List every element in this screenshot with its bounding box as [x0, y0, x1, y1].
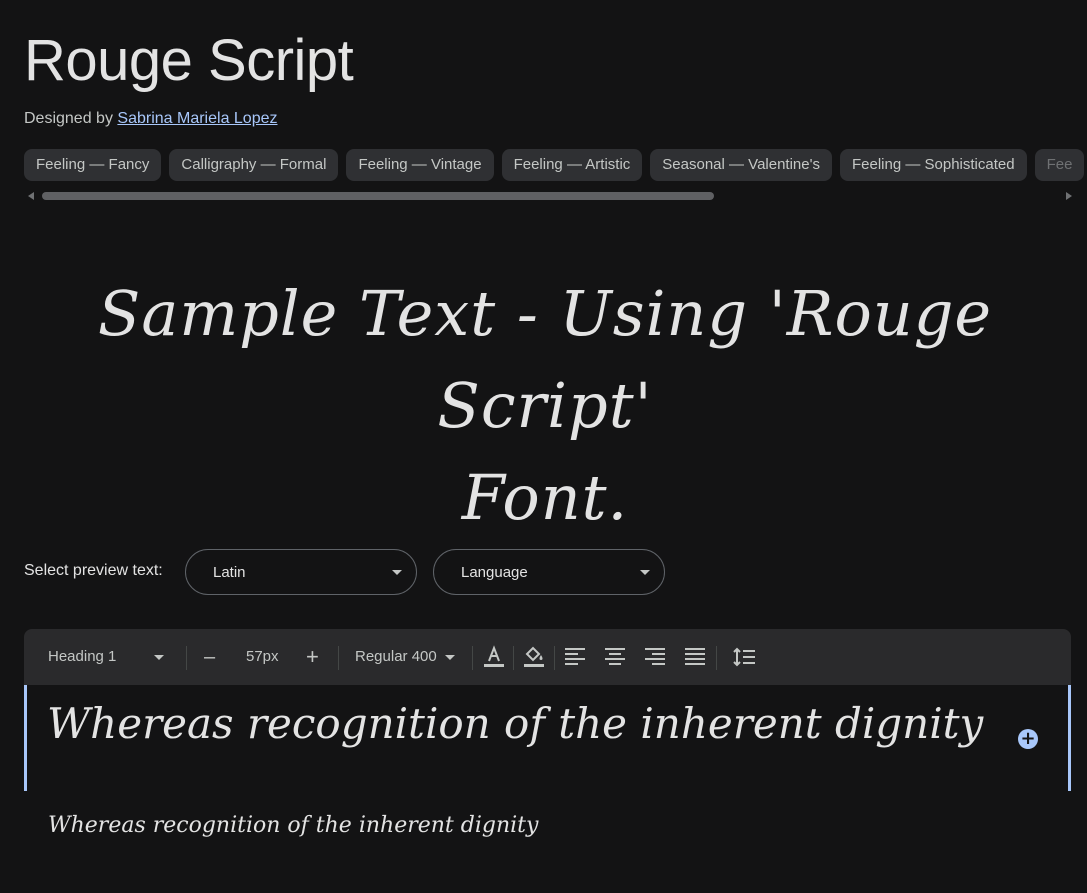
chevron-down-icon: [444, 654, 455, 660]
editor-toolbar: Heading 1 – 57px + Regular 400: [24, 629, 1071, 685]
text-color-icon[interactable]: [483, 645, 505, 669]
font-page: Rouge Script Designed by Sabrina Mariela…: [0, 0, 1087, 893]
preview-text-label: Select preview text:: [24, 562, 163, 579]
toolbar-divider: [716, 646, 717, 670]
chevron-down-icon: [392, 570, 402, 575]
chevron-down-icon: [640, 570, 650, 575]
font-title: Rouge Script: [24, 28, 354, 93]
sample-text-hero: Sample Text - Using 'Rouge Script' Font.: [60, 268, 1030, 544]
align-center-icon[interactable]: [605, 648, 625, 666]
increase-size-button[interactable]: +: [306, 629, 319, 685]
tag-list: Feeling — Fancy Calligraphy — Formal Feeli…: [24, 149, 1087, 183]
hero-line-1: Sample Text - Using 'Rouge Script': [97, 277, 993, 442]
style-dropdown[interactable]: Heading 1: [48, 629, 165, 685]
line-height-icon[interactable]: [733, 647, 755, 667]
script-select[interactable]: Latin: [185, 549, 417, 595]
align-right-icon[interactable]: [645, 648, 665, 666]
style-dropdown-value: Heading 1: [48, 648, 117, 665]
weight-dropdown-value: Regular 400: [355, 648, 437, 665]
add-row-button[interactable]: +: [1018, 729, 1038, 749]
designer-line: Designed by Sabrina Mariela Lopez: [24, 110, 278, 128]
tag-scrollbar[interactable]: [24, 189, 1072, 203]
tag-chip[interactable]: Feeling — Fancy: [24, 149, 162, 181]
tag-chip[interactable]: Feeling — Sophisticated: [839, 149, 1027, 181]
designed-by-label: Designed by: [24, 110, 113, 127]
language-select[interactable]: Language: [433, 549, 665, 595]
highlight-color-icon[interactable]: [523, 645, 545, 669]
hero-line-2: Font.: [461, 461, 629, 534]
editor-text[interactable]: Whereas recognition of the inherent dign…: [47, 699, 983, 748]
toolbar-divider: [186, 646, 187, 670]
tag-chip[interactable]: Feeling — Vintage: [346, 149, 494, 181]
align-left-icon[interactable]: [565, 648, 585, 666]
decrease-size-button[interactable]: –: [204, 629, 215, 685]
tag-chip-partial[interactable]: Fee: [1034, 149, 1085, 181]
toolbar-divider: [338, 646, 339, 670]
scroll-right-icon[interactable]: [1066, 192, 1072, 200]
tag-chip[interactable]: Calligraphy — Formal: [169, 149, 339, 181]
chevron-down-icon: [154, 654, 165, 660]
sample-text-small: Whereas recognition of the inherent dign…: [48, 813, 539, 838]
scroll-left-icon[interactable]: [28, 192, 34, 200]
tag-chip[interactable]: Seasonal — Valentine's: [650, 149, 832, 181]
weight-dropdown[interactable]: Regular 400: [355, 629, 455, 685]
toolbar-divider: [513, 646, 514, 670]
toolbar-divider: [472, 646, 473, 670]
toolbar-divider: [554, 646, 555, 670]
tag-chip[interactable]: Feeling — Artistic: [501, 149, 643, 181]
font-size-value[interactable]: 57px: [246, 629, 279, 685]
scrollbar-thumb[interactable]: [42, 192, 714, 200]
editor-row[interactable]: Whereas recognition of the inherent dign…: [24, 685, 1071, 791]
language-select-value: Language: [461, 564, 528, 581]
designer-link[interactable]: Sabrina Mariela Lopez: [117, 110, 277, 127]
script-select-value: Latin: [213, 564, 246, 581]
align-justify-icon[interactable]: [685, 648, 705, 666]
